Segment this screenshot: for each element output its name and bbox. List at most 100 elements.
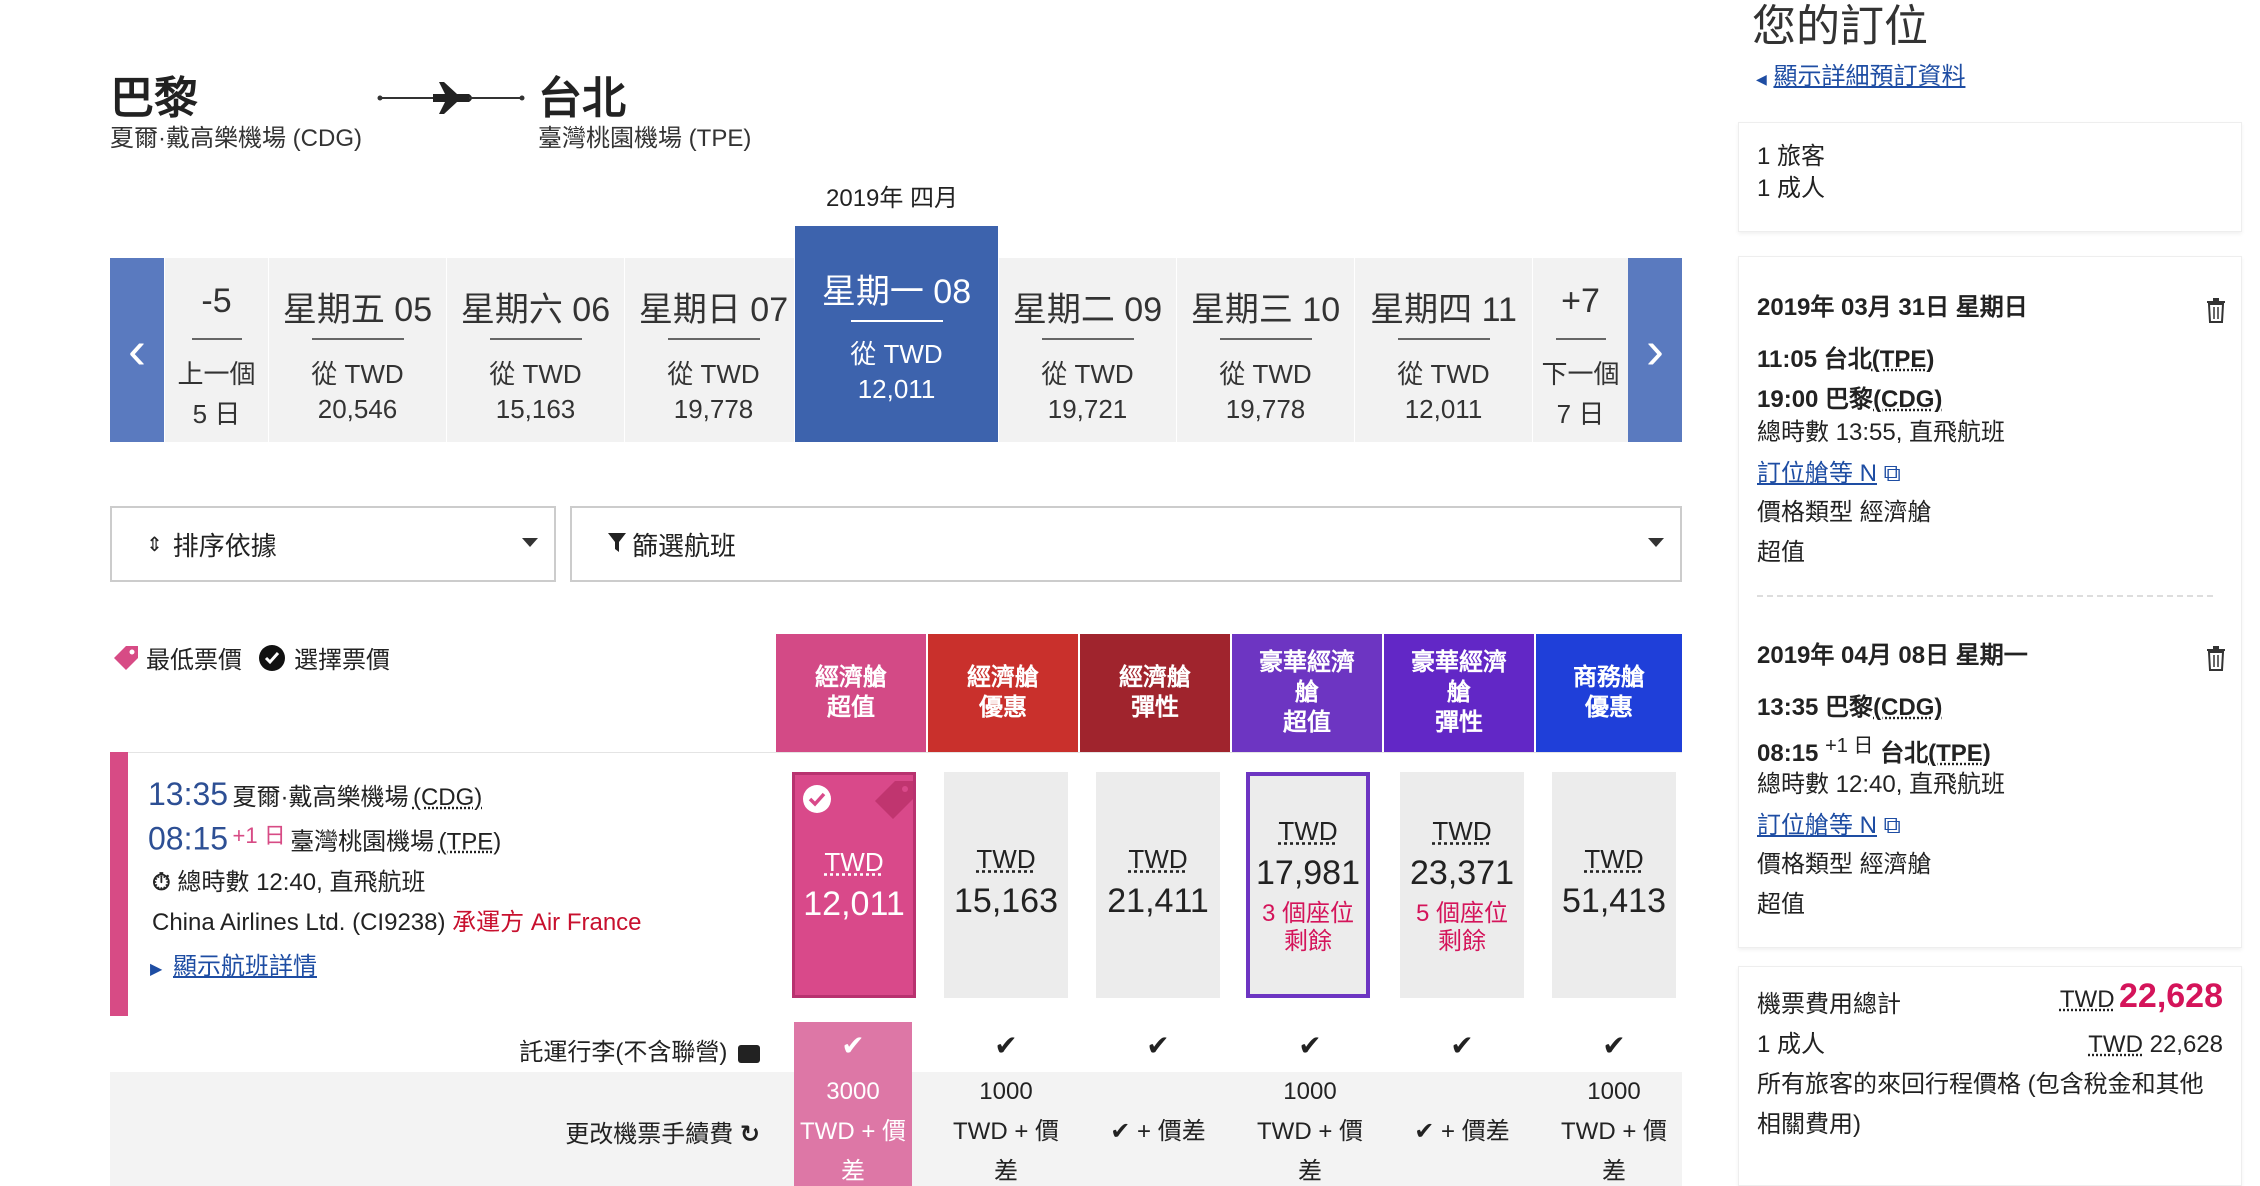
caret-down-icon: [522, 538, 538, 547]
baggage-label: 託運行李(不含聯營): [440, 1032, 760, 1067]
baggage-check: ✔: [944, 1026, 1068, 1066]
change-fee-cell: ✔ + 價差: [1096, 1112, 1220, 1152]
fare-currency: TWD: [1096, 844, 1220, 875]
inbound-duration: 總時數 12:40, 直飛航班: [1757, 765, 2005, 805]
sort-label: 排序依據: [173, 526, 277, 563]
fare-amount: 15,163: [944, 882, 1068, 921]
baggage-check: ✔: [1552, 1026, 1676, 1066]
fare-header-premium-value: 豪華經濟艙超值: [1232, 634, 1384, 752]
fare-amount: 17,981: [1250, 854, 1366, 893]
travelers-count: 1 旅客: [1757, 141, 2223, 173]
carrier-name: China Airlines Ltd. (CI9238): [152, 909, 445, 936]
baggage-check: ✔: [794, 1026, 912, 1066]
fare-tile-business-saver[interactable]: TWD 51,413: [1552, 772, 1676, 998]
seats-remaining: 3 個座位 剩餘: [1260, 900, 1356, 956]
operator-name: 承運方 Air France: [452, 909, 641, 936]
date-cell-1[interactable]: 星期六 06 從 TWD 15,163: [446, 258, 624, 442]
date-cell-5[interactable]: 星期三 10 從 TWD 19,778: [1176, 258, 1354, 442]
inbound-fare-type: 價格類型 經濟艙: [1757, 845, 1932, 885]
filter-label: 篩選航班: [632, 526, 736, 563]
inbound-departure: 13:35 巴黎(CDG): [1757, 687, 1942, 722]
arrival-row: 08:15 +1 日 臺灣桃園機場 (TPE): [148, 818, 501, 857]
fare-tile-premium-flex[interactable]: TWD 23,371 5 個座位 剩餘: [1400, 772, 1524, 998]
inbound-booking-class-link[interactable]: 訂位艙等 N ⧉: [1757, 805, 1901, 840]
refresh-icon: ↻: [740, 1121, 760, 1148]
external-link-icon: ⧉: [1884, 812, 1901, 839]
date-next-group[interactable]: +7 下一個 7 日: [1532, 258, 1628, 442]
fare-currency: TWD: [944, 844, 1068, 875]
filter-icon: [608, 529, 626, 560]
fare-currency: TWD: [1552, 844, 1676, 875]
next-dates-button[interactable]: ›: [1628, 258, 1682, 442]
fare-tile-premium-value[interactable]: TWD 17,981 3 個座位 剩餘: [1246, 772, 1370, 998]
chevron-left-icon: ‹: [128, 319, 146, 381]
change-fee-cell: 1000 TWD + 價差: [944, 1072, 1068, 1186]
date-cell-4[interactable]: 星期二 09 從 TWD 19,721: [998, 258, 1176, 442]
fare-currency: TWD: [1400, 816, 1524, 847]
fare-currency: TWD: [795, 847, 913, 878]
duration-row: ⏱ 總時數 12:40, 直飛航班: [152, 862, 425, 897]
booking-details-link[interactable]: ◀ 顯示詳細預訂資料: [1756, 56, 1965, 91]
outbound-fare-name: 超值: [1757, 533, 1805, 573]
arrival-code: (TPE): [439, 828, 502, 855]
prev-dates-button[interactable]: ‹: [110, 258, 164, 442]
date-prev-group[interactable]: -5 上一個 5 日: [164, 258, 268, 442]
sort-icon: ⇕: [146, 532, 163, 557]
departure-row: 13:35 夏爾·戴高樂機場 (CDG): [148, 776, 482, 813]
fare-tile-economy-value[interactable]: TWD 12,011: [792, 772, 916, 998]
destination-airport: 臺灣桃園機場 (TPE): [538, 118, 751, 153]
fare-tile-economy-flex[interactable]: TWD 21,411: [1096, 772, 1220, 998]
arrival-plus-day: +1 日: [233, 823, 286, 848]
fare-amount: 51,413: [1552, 882, 1676, 921]
outbound-booking-class-link[interactable]: 訂位艙等 N ⧉: [1757, 453, 1901, 488]
total-label: 機票費用總計: [1757, 985, 1901, 1025]
origin-airport: 夏爾·戴高樂機場 (CDG): [110, 118, 362, 153]
adults-count: 1 成人: [1757, 173, 2223, 205]
total-panel: 機票費用總計 TWD 22,628 1 成人 TWD 22,628 所有旅客的來…: [1738, 966, 2242, 1186]
check-circle-icon: [258, 644, 286, 672]
outbound-departure: 11:05 台北(TPE): [1757, 339, 1934, 374]
inbound-date: 2019年 04月 08日 星期一: [1757, 635, 2028, 670]
filter-dropdown[interactable]: 篩選航班: [570, 506, 1682, 582]
change-fee-cell: 3000 TWD + 價差: [794, 1072, 912, 1186]
trash-icon[interactable]: [2205, 297, 2227, 323]
inbound-fare-name: 超值: [1757, 885, 1805, 925]
change-fee-cell: 1000 TWD + 價差: [1552, 1072, 1676, 1186]
carrier-row: China Airlines Ltd. (CI9238) 承運方 Air Fra…: [152, 902, 642, 937]
fare-header-premium-flex: 豪華經濟艙彈性: [1384, 634, 1536, 752]
fare-header-economy-value: 經濟艙 超值: [776, 634, 928, 752]
arrival-time: 08:15: [148, 820, 228, 856]
price-tag-icon: [871, 777, 917, 823]
itinerary-panel: 2019年 03月 31日 星期日 11:05 台北(TPE) 19:00 巴黎…: [1738, 256, 2242, 948]
departure-code: (CDG): [413, 784, 482, 811]
outbound-duration: 總時數 13:55, 直飛航班: [1757, 413, 2005, 453]
fare-amount: 23,371: [1400, 854, 1524, 893]
seats-remaining: 5 個座位 剩餘: [1410, 900, 1514, 956]
external-link-icon: ⧉: [1884, 460, 1901, 487]
inbound-arrival: 08:15 +1 日 台北(TPE): [1757, 729, 1991, 768]
destination-city: 台北: [538, 62, 626, 126]
price-note: 所有旅客的來回行程價格 (包含稅金和其他相關費用): [1757, 1065, 2225, 1145]
fare-amount: 21,411: [1096, 882, 1220, 921]
trash-icon[interactable]: [2205, 645, 2227, 671]
change-fee-label: 更改機票手續費 ↻: [440, 1114, 760, 1149]
stopwatch-icon: ⏱: [152, 869, 171, 896]
adult-label: 1 成人: [1757, 1025, 1825, 1065]
month-label: 2019年 四月: [826, 178, 958, 213]
date-cell-0[interactable]: 星期五 05 從 TWD 20,546: [268, 258, 446, 442]
legend-lowest: 最低票價: [146, 640, 242, 675]
departure-time: 13:35: [148, 776, 228, 812]
date-cell-6[interactable]: 星期四 11 從 TWD 12,011: [1354, 258, 1532, 442]
caret-down-icon: [1648, 538, 1664, 547]
total-amount: 22,628: [2119, 977, 2223, 1015]
caret-right-icon: ▶: [150, 961, 162, 978]
fare-legend: 最低票價 選擇票價: [112, 640, 390, 675]
fare-amount: 12,011: [795, 885, 913, 924]
flight-duration: 總時數 12:40, 直飛航班: [177, 869, 425, 896]
fare-tile-economy-saver[interactable]: TWD 15,163: [944, 772, 1068, 998]
sort-dropdown[interactable]: ⇕ 排序依據: [110, 506, 556, 582]
origin-city: 巴黎: [110, 62, 198, 126]
date-cell-selected[interactable]: 星期一 08 從 TWD 12,011: [794, 226, 998, 442]
flight-details-link[interactable]: ▶ 顯示航班詳情: [150, 946, 317, 981]
date-cell-2[interactable]: 星期日 07 從 TWD 19,778: [624, 258, 802, 442]
